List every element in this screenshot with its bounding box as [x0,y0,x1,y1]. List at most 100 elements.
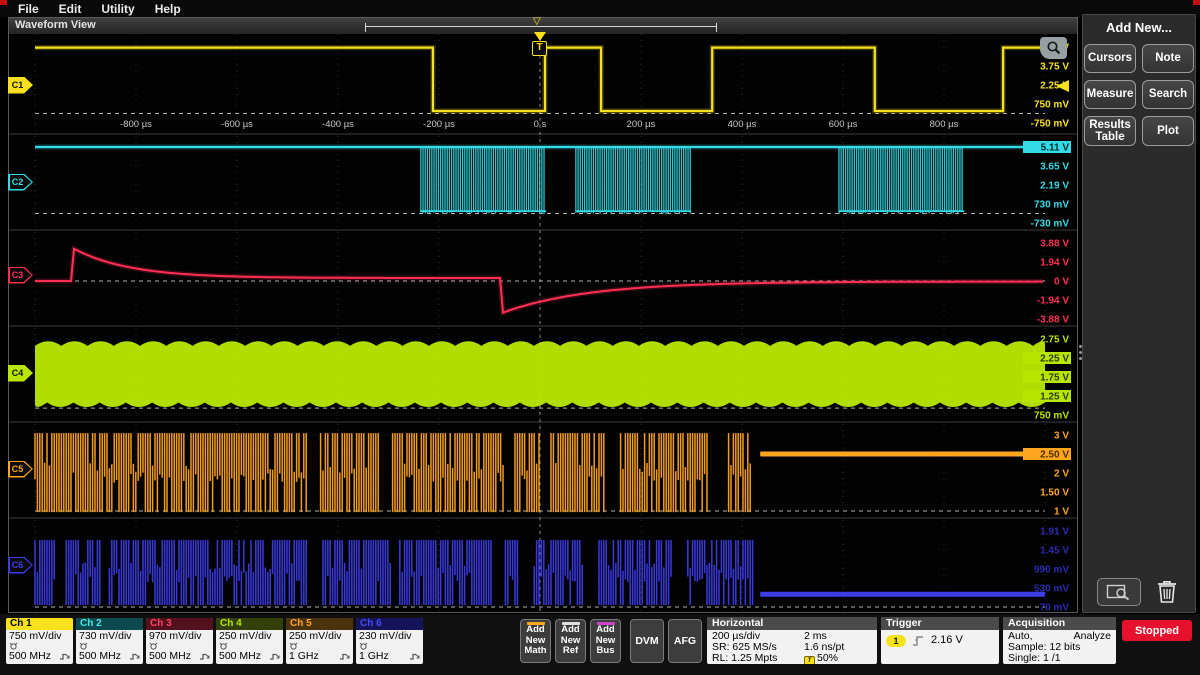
scale-label: 2.19 V [1040,181,1069,192]
channel-scale: 230 mV/div [359,631,420,642]
channel-handle-c2[interactable]: C2 [8,174,33,191]
delete-button[interactable] [1152,577,1182,607]
time-axis-label: 0 s [534,119,547,130]
add-new-measure-button[interactable]: Measure [1084,80,1136,109]
add-new-note-button[interactable]: Note [1142,44,1194,73]
idle-level-trace [760,592,1045,597]
bandwidth-icon [199,652,210,661]
horizontal-panel[interactable]: Horizontal 200 µs/div 2 ms SR: 625 MS/s … [707,617,877,664]
run-stop-status-button[interactable]: Stopped [1122,620,1192,641]
channel-handle-c4[interactable]: C4 [8,365,33,382]
dvm-button[interactable]: DVM [630,619,664,663]
bandwidth-icon [339,652,350,661]
scale-label: 1.45 V [1040,546,1069,557]
probe-icon [289,642,298,650]
menu-item-utility[interactable]: Utility [101,2,134,16]
channel-scale: 250 mV/div [289,631,350,642]
waveform-canvas[interactable]: 5.25 V3.75 V2.25 V750 mV-750 mV5.11 V3.6… [9,34,1077,612]
bandwidth-icon [409,652,420,661]
add-new-plot-button[interactable]: Plot [1142,116,1194,146]
probe-icon [79,642,88,650]
add-new-results-table-button[interactable]: Results Table [1084,116,1136,146]
type-color-stripe [562,622,580,625]
oscilloscope-screen: FileEditUtilityHelp Waveform View ▽ 5.25… [0,0,1200,675]
channel-bandwidth: 500 MHz [219,651,261,662]
horizontal-panel-title: Horizontal [707,617,877,630]
channel-handle-c1[interactable]: C1 [8,77,33,94]
add-new-ref-button[interactable]: AddNewRef [555,619,586,663]
screen-corner-marker [0,0,7,5]
waveform-band [35,341,1045,407]
channel-badge-ch1[interactable]: Ch 1750 mV/div500 MHz [6,618,73,664]
channel-bandwidth: 1 GHz [289,651,319,662]
expansion-point-marker[interactable]: ▽ [533,17,541,27]
channel-handle-label: C4 [8,365,27,382]
channel-badge-ch6[interactable]: Ch 6230 mV/div1 GHz [356,618,423,664]
zoom-overlay-button[interactable] [1040,37,1067,59]
trigger-level-marker[interactable] [1056,80,1069,92]
channel-handle-c6[interactable]: C6 [8,557,33,574]
probe-icon [149,642,158,650]
time-axis-label: -600 µs [221,119,253,130]
channel-scale: 970 mV/div [149,631,210,642]
add-new-search-button[interactable]: Search [1142,80,1194,109]
trigger-position-icon: T [804,656,815,664]
waveform-plot[interactable]: 5.25 V3.75 V2.25 V750 mV-750 mV5.11 V3.6… [9,34,1077,612]
time-axis-label: -200 µs [423,119,455,130]
channel-badge-ch4[interactable]: Ch 4250 mV/div500 MHz [216,618,283,664]
add-new-math-button[interactable]: AddNewMath [520,619,551,663]
record-length: RL: 1.25 Mpts [712,653,804,664]
bandwidth-icon [129,652,140,661]
scale-label: 750 mV [1034,100,1069,111]
magnifier-icon [1045,40,1063,56]
trigger-panel-title: Trigger [881,617,999,630]
probe-icon [219,642,228,650]
channel-badge-name: Ch 2 [76,618,143,630]
add-new-bus-button[interactable]: AddNewBus [590,619,621,663]
channel-handle-c3[interactable]: C3 [8,267,33,284]
bandwidth-icon [269,652,280,661]
scale-label: 1.75 V [1040,373,1069,384]
probe-icon [359,642,368,650]
channel-bandwidth: 500 MHz [149,651,191,662]
idle-level-trace [760,452,1045,457]
scale-label: 3.75 V [1040,62,1069,73]
type-color-stripe [527,622,545,625]
channel-handle-label: C6 [8,557,27,574]
trigger-level: 2.16 V [931,635,963,646]
settings-bar: Ch 1750 mV/div500 MHzCh 2730 mV/div500 M… [0,614,1200,675]
menu-item-help[interactable]: Help [155,2,181,16]
trigger-panel[interactable]: Trigger 1 2.16 V [881,617,999,664]
channel-badge-ch3[interactable]: Ch 3970 mV/div500 MHz [146,618,213,664]
channel-bandwidth: 1 GHz [359,651,389,662]
probe-icon [9,642,18,650]
scale-label: -750 mV [1031,119,1070,130]
acquisition-panel[interactable]: Acquisition Auto, Analyze Sample: 12 bit… [1003,617,1116,664]
acquisition-panel-title: Acquisition [1003,617,1116,630]
channel-badge-name: Ch 4 [216,618,283,630]
scale-label: 3 V [1054,431,1069,442]
scale-label: 730 mV [1034,200,1069,211]
menu-item-file[interactable]: File [18,2,39,16]
channel-handle-label: C3 [8,267,27,284]
scale-label: -730 mV [1031,219,1070,230]
time-axis-label: -400 µs [322,119,354,130]
menu-item-edit[interactable]: Edit [59,2,82,16]
menu-bar: File Edit Utility Help [0,0,1200,17]
horizontal-position: T50% [804,653,872,664]
channel-badge-ch5[interactable]: Ch 5250 mV/div 1 GHz [286,618,353,664]
channel-badge-name: Ch 5 [286,618,353,630]
trigger-position-arrow-icon[interactable] [534,32,546,41]
channel-handle-c5[interactable]: C5 [8,461,33,478]
channel-badge-ch2[interactable]: Ch 2730 mV/div500 MHz [76,618,143,664]
zoom-mode-button[interactable] [1097,578,1141,606]
time-axis-label: 800 µs [930,119,959,130]
afg-button[interactable]: AFG [668,619,702,663]
scale-label: 1.25 V [1040,392,1069,403]
add-new-cursors-button[interactable]: Cursors [1084,44,1136,73]
rising-edge-icon [911,634,926,647]
channel-scale: 750 mV/div [9,631,70,642]
trigger-position-flag[interactable]: T [532,41,547,56]
scale-label: 1.91 V [1040,527,1069,538]
zoom-area-icon [1106,583,1132,601]
